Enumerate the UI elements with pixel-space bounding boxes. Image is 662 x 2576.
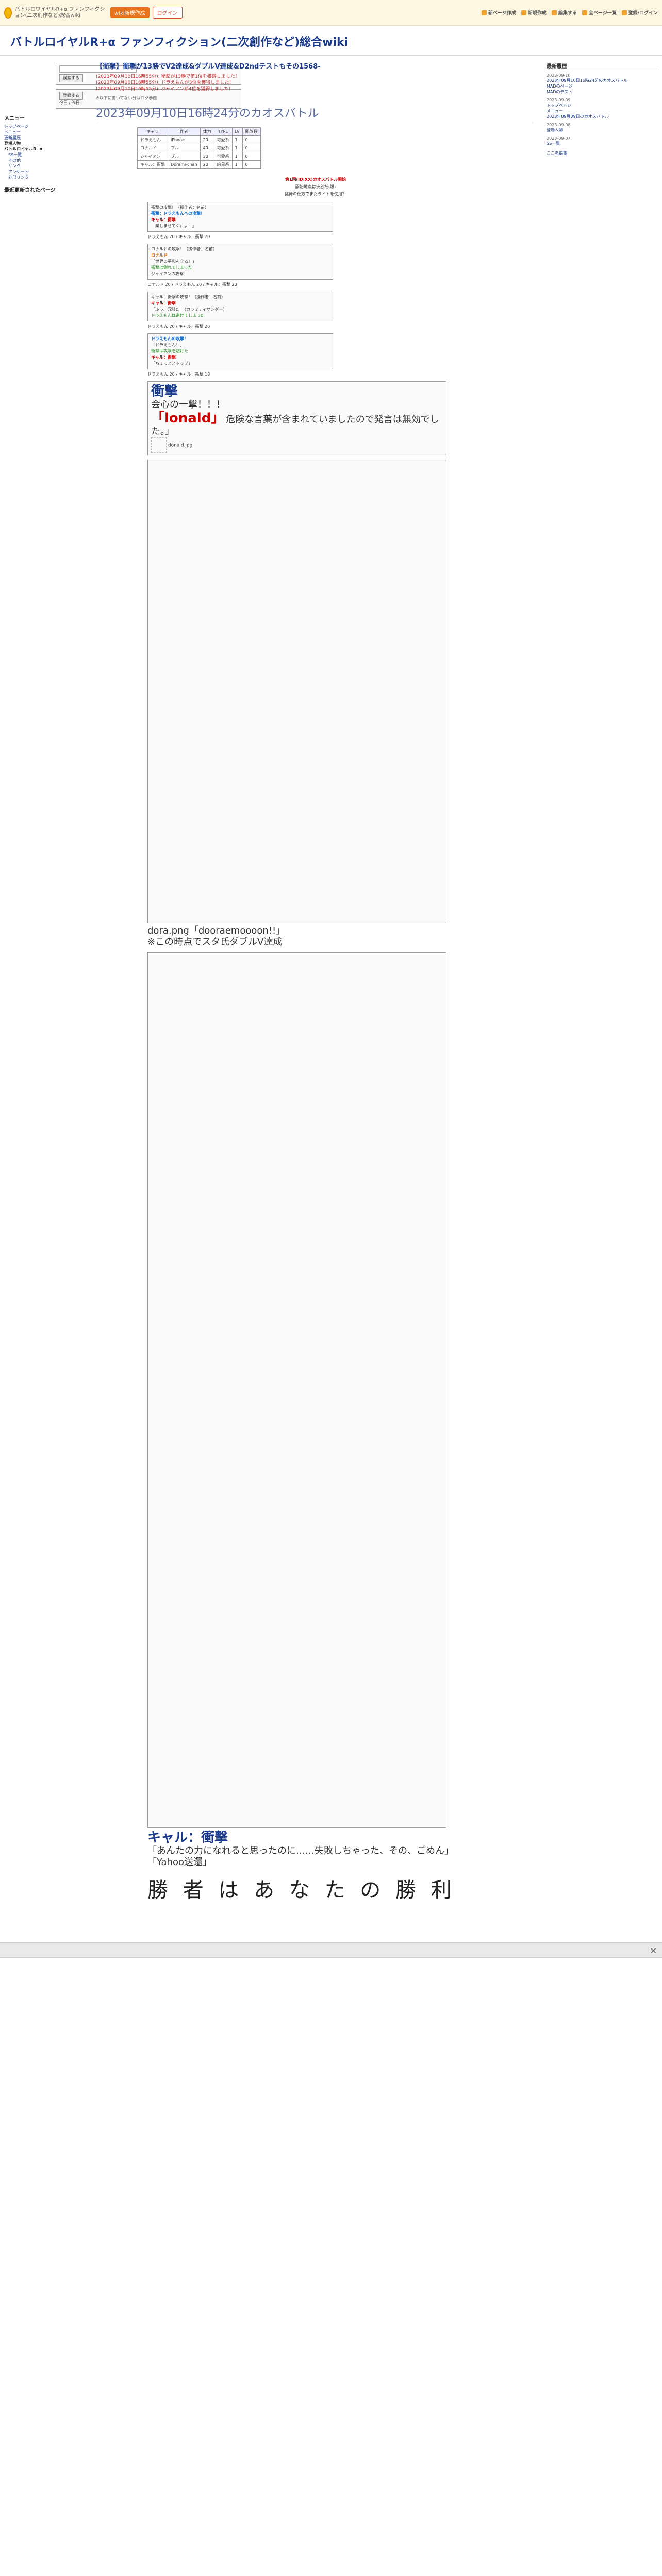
menu-item[interactable]: 更新履歴 <box>4 135 84 141</box>
dora-line: dora.png「dooraemoooon!!」 <box>147 925 286 936</box>
logo-text: バトルロワイヤルR+α ファンフィクション(二次創作など)総合wiki <box>14 6 105 19</box>
recent-item[interactable]: 2023年09月09日のカオスバトル <box>547 114 657 120</box>
battle-box: キャル：衝撃の攻撃！（操作者：名前） キャル：衝撃 「ふっ、冗談だ」（カラミティ… <box>147 292 333 321</box>
menu-item[interactable]: バトルロイヤルR+α <box>4 146 84 152</box>
recent-item[interactable]: 登場人物 <box>547 127 657 133</box>
menu-item[interactable]: トップページ <box>4 124 84 129</box>
damage-line: ドラえもん 20 / キャル：衝撃 18 <box>147 372 210 377</box>
intro: 第1回(ID:XX)カオスバトル開始 開始地点は渋谷だ(爆) 挑発の仕方でまたラ… <box>98 176 533 198</box>
top-menu-item[interactable]: 新規作成 <box>521 9 547 16</box>
logo-icon <box>4 7 12 19</box>
top-bar: バトルロワイヤルR+α ファンフィクション(二次創作など)総合wiki wiki… <box>0 0 662 26</box>
top-menu-item[interactable]: 登録/ログイン <box>621 9 658 16</box>
cal-name: キャル：衝撃 <box>147 1830 228 1845</box>
recent-title: 最近更新されたページ <box>4 188 56 193</box>
damage-line: ドラえもん 20 / キャル：衝撃 20 <box>147 324 210 329</box>
table-row: ドラえもん iPhone 20 可愛系 1 0 <box>137 135 261 144</box>
recent-item[interactable]: メニュー <box>547 108 657 114</box>
image-caption: donald.jpg <box>151 437 443 453</box>
recent-list: 2023年09月10日16時24分のカオスバトル MADのページ MADのテスト <box>547 78 657 95</box>
page-icon <box>482 10 487 15</box>
critical-name: 衝撃 <box>151 384 178 399</box>
menu-item[interactable]: メニュー <box>4 129 84 135</box>
table-header: キャラ 作者 体力 TYPE LV 勝敗数 <box>137 127 261 136</box>
menu-item[interactable]: その他 <box>4 158 84 163</box>
recent-list: 登場人物 <box>547 127 657 133</box>
menu-item[interactable]: 登場人物 <box>4 141 84 146</box>
table-row: ジャイアン ブル 30 可愛系 1 0 <box>137 152 261 161</box>
recent-item[interactable]: トップページ <box>547 103 657 108</box>
recent-item[interactable]: 2023年09月10日16時24分のカオスバトル <box>547 78 657 83</box>
top-menu-item[interactable]: 新ページ作成 <box>482 9 516 16</box>
menu-item[interactable]: SS一覧 <box>4 152 84 158</box>
yahoo-line: 「Yahoo送還」 <box>147 1857 212 1868</box>
table-row: ロナルド ブル 40 可愛系 1 0 <box>137 144 261 152</box>
critical-line: 会心の一撃！！！ <box>151 399 225 410</box>
intro-line: 挑発の仕方でまたライトを使用？ <box>285 192 346 196</box>
battle-log-filler <box>147 952 446 1828</box>
recent-list: SS一覧 <box>547 141 657 146</box>
damage-line: ドラえもん 20 / キャル：衝撃 20 <box>147 234 210 239</box>
table-row: キャル：衝撃 Dorami-chan 20 暗黒系 1 0 <box>137 160 261 169</box>
update-item: (2023年09月10日16時55分): ドラえもんが3位を獲得しました！ <box>96 80 234 86</box>
stats-table: キャラ 作者 体力 TYPE LV 勝敗数 ドラえもん iPhone 20 可愛系 1 0… <box>137 127 261 169</box>
main-content: 【衝撃】衝撃が13勝でV2達成&ダブルV達成&D2ndテストもその1568- (… <box>88 56 541 1907</box>
wiki-new-button[interactable]: wiki新規作成 <box>110 7 150 18</box>
final-section: キャル：衝撃 「あんたの力になれると思ったのに……失敗しちゃった、その、ごめん」… <box>147 1830 533 1868</box>
recent-title: 最新履歴 <box>547 62 657 70</box>
recent-item[interactable]: MADのページ <box>547 83 657 89</box>
cal-quote: 「あんたの力になれると思ったのに……失敗しちゃった、その、ごめん」 <box>147 1845 454 1856</box>
intro-line: 第1回(ID:XX)カオスバトル開始 <box>285 177 346 182</box>
top-menu: 新ページ作成 新規作成 編集する 全ページ一覧 登録/ログイン <box>482 9 658 16</box>
wiki-title[interactable]: バトルロイヤルR+α ファンフィクション(二次創作など)総合wiki <box>0 26 662 56</box>
log-note: ※以下に書いてない分はログ参照 <box>96 96 157 100</box>
left-sidebar: 検索する 登録する 今日 / 昨日 メニュー トップページ メニュー 更新履歴 … <box>0 56 241 1907</box>
site-logo[interactable]: バトルロワイヤルR+α ファンフィクション(二次創作など)総合wiki <box>4 7 107 19</box>
page-header: 【衝撃】衝撃が13勝でV2達成&ダブルV達成&D2ndテストもその1568- <box>96 63 321 71</box>
menu-list: トップページ メニュー 更新履歴 登場人物 バトルロイヤルR+α SS一覧 その… <box>4 124 84 180</box>
edit-link[interactable]: ここを編集 <box>547 150 657 156</box>
date-header: 2023-09-10 <box>547 73 571 78</box>
damage-line: ロナルド 20 / ドラえもん 20 / キャル：衝撃 20 <box>147 282 237 287</box>
date-header: 2023-09-09 <box>547 98 571 103</box>
menu-item[interactable]: アンケート <box>4 169 84 175</box>
donald-image <box>151 437 167 453</box>
search-button[interactable]: 検索する <box>59 74 83 82</box>
update-item: (2023年09月10日16時55分): 衝撃が13勝で第1位を獲得しました！ <box>96 74 240 79</box>
dora-note: ※この時点でスタ氏ダブルV達成 <box>147 937 283 947</box>
dora-section: dora.png「dooraemoooon!!」 ※この時点でスタ氏ダブルV達成 <box>147 925 533 948</box>
battle-box: 衝撃の攻撃！（操作者：名前） 衝撃：ドラえもんへの攻撃！ キャル：衝撃 「楽しま… <box>147 202 333 232</box>
date-header: 2023-09-08 <box>547 123 571 127</box>
battle-title: 2023年09月10日16時24分のカオスバトル <box>96 104 533 123</box>
date-header: 2023-09-07 <box>547 136 571 141</box>
battle-box: ドラえもんの攻撃！ 「ドラえもん！」 衝撃は攻撃を避けた キャル：衝撃 「ちょっ… <box>147 333 333 369</box>
recent-item[interactable]: SS一覧 <box>547 141 657 146</box>
login-button[interactable]: ログイン <box>152 7 183 19</box>
battle-box: ロナルドの攻撃！（操作者：名前） ロナルド 「世界の平和を守る！」 衝撃は倒れて… <box>147 244 333 280</box>
right-sidebar: 最新履歴 2023-09-10 2023年09月10日16時24分のカオスバトル… <box>541 56 662 1907</box>
recent-item[interactable]: MADのテスト <box>547 89 657 95</box>
battle-log-filler <box>147 460 446 923</box>
intro-line: 開始地点は渋谷だ(爆) <box>295 184 336 189</box>
menu-item[interactable]: 外部リンク <box>4 175 84 180</box>
end-text: 勝 者 は あ な た の 勝 利 <box>147 1878 456 1902</box>
user-icon <box>621 10 627 15</box>
new-icon <box>521 10 526 15</box>
menu-title: メニュー <box>4 116 25 122</box>
close-icon[interactable]: ✕ <box>650 1946 657 1956</box>
top-menu-item[interactable]: 全ページ一覧 <box>582 9 617 16</box>
warning-line: 「lonald」 危険な言葉が含まれていましたので発言は無効でした。」 <box>151 411 439 437</box>
top-menu-item[interactable]: 編集する <box>551 9 577 16</box>
recent-list: トップページ メニュー 2023年09月09日のカオスバトル <box>547 103 657 120</box>
register-button[interactable]: 登録する <box>59 92 83 100</box>
update-item: (2023年09月10日16時55分): ジャイアンが4位を獲得しました！ <box>96 87 234 92</box>
ad-banner: ✕ <box>0 1942 662 1958</box>
menu-item[interactable]: リンク <box>4 163 84 169</box>
edit-icon <box>551 10 557 15</box>
list-icon <box>582 10 587 15</box>
update-list: (2023年09月10日16時55分): 衝撃が13勝で第1位を獲得しました！ … <box>96 74 533 92</box>
critical-box: 衝撃 会心の一撃！！！ 「lonald」 危険な言葉が含まれていましたので発言は… <box>147 381 446 455</box>
